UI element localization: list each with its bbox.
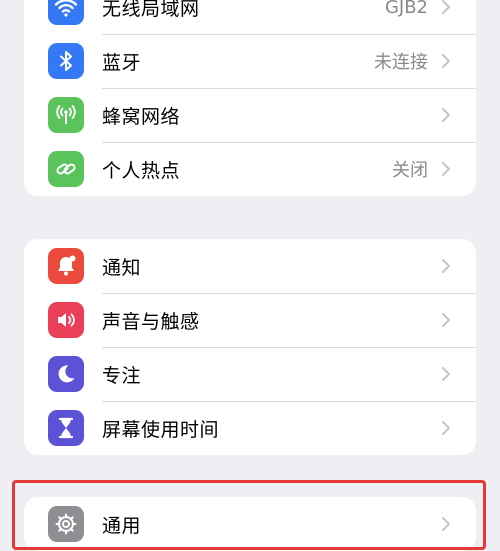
bluetooth-icon bbox=[48, 43, 84, 79]
chevron-right-icon bbox=[442, 313, 450, 327]
sounds-label: 声音与触感 bbox=[102, 310, 200, 333]
chevron-right-icon bbox=[442, 259, 450, 273]
bluetooth-value: 未连接 bbox=[374, 52, 428, 73]
chevron-right-icon bbox=[442, 162, 450, 176]
connectivity-group: 无线局域网 GJB2 蓝牙 未连接 蜂窝网络 个人热点 关闭 bbox=[24, 0, 476, 196]
chevron-right-icon bbox=[442, 367, 450, 381]
screen-time-row[interactable]: 屏幕使用时间 bbox=[24, 401, 476, 455]
cellular-label: 蜂窝网络 bbox=[102, 105, 181, 128]
bluetooth-row[interactable]: 蓝牙 未连接 bbox=[24, 34, 476, 88]
notifications-row[interactable]: 通知 bbox=[24, 239, 476, 293]
bluetooth-label: 蓝牙 bbox=[102, 51, 142, 74]
cellular-icon bbox=[48, 97, 84, 133]
moon-icon bbox=[48, 356, 84, 392]
wifi-value: GJB2 bbox=[384, 0, 428, 18]
hotspot-row[interactable]: 个人热点 关闭 bbox=[24, 142, 476, 196]
notifications-group: 通知 声音与触感 专注 屏幕使用时间 bbox=[24, 239, 476, 455]
chevron-right-icon bbox=[442, 421, 450, 435]
focus-row[interactable]: 专注 bbox=[24, 347, 476, 401]
hotspot-value: 关闭 bbox=[392, 160, 428, 181]
hourglass-icon bbox=[48, 410, 84, 446]
wifi-icon bbox=[48, 0, 84, 25]
wifi-label: 无线局域网 bbox=[102, 0, 200, 20]
wifi-row[interactable]: 无线局域网 GJB2 bbox=[24, 0, 476, 34]
focus-label: 专注 bbox=[102, 364, 142, 387]
hotspot-label: 个人热点 bbox=[102, 159, 181, 182]
bell-icon bbox=[48, 248, 84, 284]
screen-time-label: 屏幕使用时间 bbox=[102, 418, 220, 441]
chevron-right-icon bbox=[442, 54, 450, 68]
chevron-right-icon bbox=[442, 0, 450, 14]
hotspot-icon bbox=[48, 151, 84, 187]
cellular-row[interactable]: 蜂窝网络 bbox=[24, 88, 476, 142]
sounds-row[interactable]: 声音与触感 bbox=[24, 293, 476, 347]
notifications-label: 通知 bbox=[102, 256, 142, 279]
speaker-icon bbox=[48, 302, 84, 338]
chevron-right-icon bbox=[442, 108, 450, 122]
highlight-box bbox=[12, 480, 486, 550]
